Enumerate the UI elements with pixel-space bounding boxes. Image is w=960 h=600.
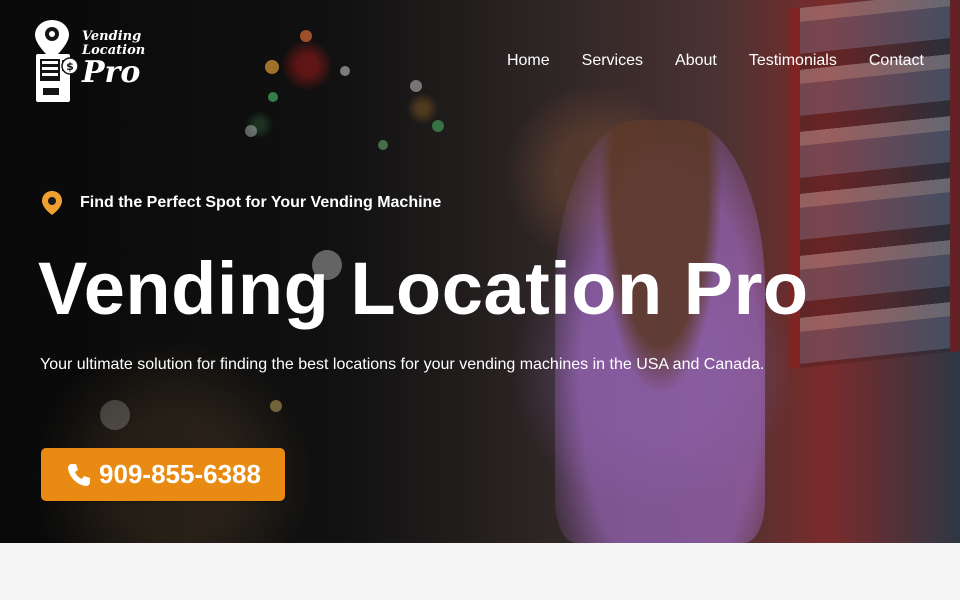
bokeh-light <box>340 66 350 76</box>
phone-number: 909-855-6388 <box>99 459 261 489</box>
map-pin-icon <box>42 191 62 215</box>
bokeh-light <box>270 400 282 412</box>
tagline-text: Find the Perfect Spot for Your Vending M… <box>80 194 442 211</box>
nav-testimonials[interactable]: Testimonials <box>749 52 837 70</box>
bokeh-light <box>378 140 388 150</box>
main-nav: Home Services About Testimonials Contact <box>507 52 924 70</box>
brand-line-3: Pro <box>82 55 141 91</box>
brand-logo[interactable]: $ Vending Location Pro <box>32 18 145 104</box>
bokeh-light <box>245 125 257 137</box>
phone-icon <box>68 463 91 486</box>
call-phone-button[interactable]: 909-855-6388 <box>41 448 285 501</box>
hero-subtitle: Your ultimate solution for finding the b… <box>40 356 765 373</box>
hero-tagline: Find the Perfect Spot for Your Vending M… <box>40 190 441 216</box>
page-title: Vending Location Pro <box>38 247 809 330</box>
hero-background-person <box>555 120 765 543</box>
vending-machine-location-icon: $ <box>35 20 79 102</box>
svg-text:$: $ <box>66 60 74 73</box>
bokeh-light <box>300 30 312 42</box>
nav-home[interactable]: Home <box>507 52 550 70</box>
bokeh-light <box>100 400 130 430</box>
nav-contact[interactable]: Contact <box>869 52 924 70</box>
next-section <box>0 543 960 600</box>
bokeh-light <box>410 80 422 92</box>
nav-services[interactable]: Services <box>582 52 643 70</box>
bokeh-light <box>432 120 444 132</box>
bokeh-light <box>265 60 279 74</box>
brand-wordmark: Vending Location Pro <box>82 30 145 89</box>
brand-line-1: Vending <box>82 29 142 44</box>
nav-about[interactable]: About <box>675 52 717 70</box>
bokeh-light <box>268 92 278 102</box>
